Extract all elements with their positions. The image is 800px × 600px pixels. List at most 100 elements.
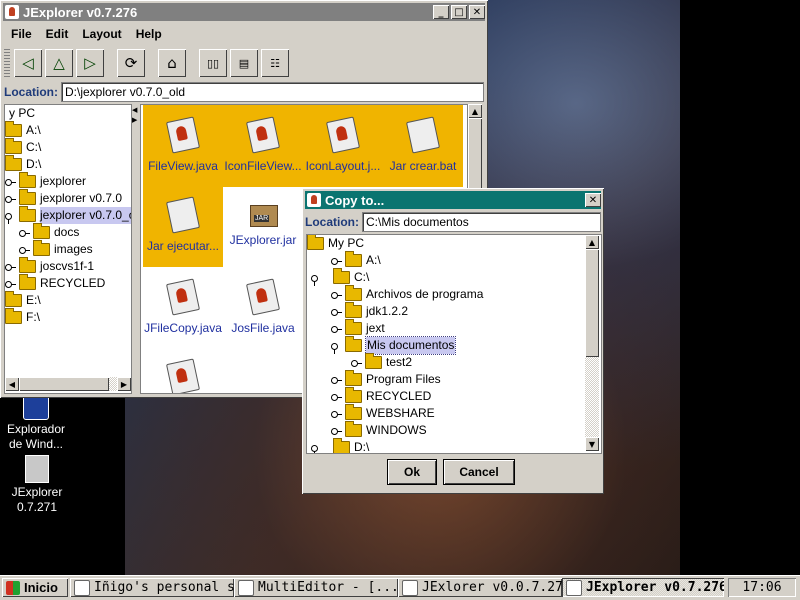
expand-icon[interactable]: [331, 307, 342, 317]
expand-icon[interactable]: [5, 177, 16, 187]
scroll-up-icon[interactable]: ▲: [585, 235, 599, 249]
tree-item[interactable]: A:\: [5, 121, 41, 139]
tree-item[interactable]: C:\: [5, 138, 41, 156]
tree-item[interactable]: joscvs1f-1: [5, 257, 94, 275]
dialog-location-label: Location:: [305, 215, 359, 229]
close-button[interactable]: ✕: [469, 5, 485, 19]
tree-item[interactable]: Archivos de programa: [331, 285, 483, 303]
tree-item[interactable]: jexplorer v0.7.0: [5, 189, 122, 207]
menu-file[interactable]: File: [4, 27, 39, 41]
scroll-down-icon[interactable]: ▼: [585, 437, 599, 451]
file-item[interactable]: [143, 358, 223, 393]
cancel-button[interactable]: Cancel: [444, 460, 514, 484]
tree-item[interactable]: RECYCLED: [5, 274, 105, 292]
tree-item[interactable]: jexplorer: [5, 172, 86, 190]
tree-item[interactable]: jdk1.2.2: [331, 302, 408, 320]
dialog-vertical-scrollbar[interactable]: ▲ ▼: [585, 235, 599, 451]
tree-item[interactable]: images: [19, 240, 93, 258]
expand-icon[interactable]: [5, 279, 16, 289]
file-item[interactable]: FileView.java: [143, 116, 223, 173]
tree-item[interactable]: docs: [19, 223, 79, 241]
file-item[interactable]: IconLayout.j...: [303, 116, 383, 173]
menu-help[interactable]: Help: [129, 27, 169, 41]
toolbar-grip[interactable]: [4, 49, 10, 77]
tree-item-selected[interactable]: Mis documentos: [331, 336, 457, 355]
small-icons-view-icon[interactable]: ▤: [230, 49, 258, 77]
refresh-icon[interactable]: ⟳: [117, 49, 145, 77]
file-item[interactable]: JAR JExplorer.jar: [223, 197, 303, 247]
expand-icon[interactable]: [331, 426, 342, 436]
details-view-icon[interactable]: ☷: [261, 49, 289, 77]
tree-item[interactable]: E:\: [5, 291, 41, 309]
file-name: JExplorer.jar: [229, 233, 297, 247]
expand-icon[interactable]: [331, 290, 342, 300]
desktop-icon-explorer[interactable]: Explorador de Wind...: [0, 394, 76, 452]
collapse-icon[interactable]: [311, 273, 321, 286]
task-button[interactable]: JExlorer v0.0.7.27...: [398, 578, 562, 597]
file-item[interactable]: Jar ejecutar...: [143, 196, 223, 253]
task-button[interactable]: Iñigo's personal si...: [70, 578, 234, 597]
maximize-button[interactable]: □: [451, 5, 467, 19]
tree-item[interactable]: y PC: [9, 105, 35, 122]
expand-icon[interactable]: [5, 262, 16, 272]
tree-item[interactable]: WEBSHARE: [331, 404, 435, 422]
tree-item[interactable]: WINDOWS: [331, 421, 427, 439]
expand-icon[interactable]: [331, 256, 342, 266]
java-file-icon: [165, 358, 201, 393]
dialog-location-input[interactable]: C:\Mis documentos: [362, 212, 601, 232]
up-icon[interactable]: △: [45, 49, 73, 77]
file-item[interactable]: JFileCopy.java: [143, 278, 223, 335]
desktop-icon-jexplorer[interactable]: JExplorer 0.7.271: [0, 455, 77, 515]
file-item[interactable]: IconFileView...: [223, 116, 303, 173]
tree-item[interactable]: My PC: [307, 235, 364, 252]
forward-icon[interactable]: ▷: [76, 49, 104, 77]
scroll-thumb[interactable]: [585, 249, 599, 357]
tree-item[interactable]: C:\: [311, 268, 369, 286]
tree-item[interactable]: D:\: [311, 438, 369, 453]
menu-layout[interactable]: Layout: [75, 27, 128, 41]
tree-item[interactable]: D:\: [5, 155, 41, 173]
location-input[interactable]: D:\jexplorer v0.7.0_old: [61, 82, 484, 102]
expand-icon[interactable]: [331, 324, 342, 334]
splitter-right-arrow-icon[interactable]: ▶: [132, 116, 137, 124]
menu-edit[interactable]: Edit: [39, 27, 76, 41]
start-button[interactable]: Inicio: [2, 578, 68, 597]
task-button[interactable]: MultiEditor - [...s ...: [234, 578, 398, 597]
splitter[interactable]: ◀ ▶: [131, 104, 139, 394]
tree-item[interactable]: A:\: [331, 251, 381, 269]
main-titlebar[interactable]: JExplorer v0.7.276 _ □ ✕: [3, 3, 485, 21]
tree-item[interactable]: Program Files: [331, 370, 441, 388]
tree-item[interactable]: jext: [331, 319, 385, 337]
tree-item[interactable]: test2: [351, 353, 412, 371]
collapse-icon[interactable]: [311, 443, 321, 453]
dialog-close-button[interactable]: ✕: [585, 193, 601, 207]
tree-item[interactable]: F:\: [5, 308, 40, 326]
back-icon[interactable]: ◁: [14, 49, 42, 77]
expand-icon[interactable]: [331, 409, 342, 419]
splitter-left-arrow-icon[interactable]: ◀: [132, 106, 137, 114]
minimize-button[interactable]: _: [433, 5, 449, 19]
expand-icon[interactable]: [19, 228, 30, 238]
collapse-icon[interactable]: [331, 341, 341, 354]
expand-icon[interactable]: [351, 358, 362, 368]
scroll-up-icon[interactable]: ▲: [468, 104, 482, 118]
ok-button[interactable]: Ok: [388, 460, 436, 484]
scroll-thumb[interactable]: [19, 377, 109, 391]
home-icon[interactable]: ⌂: [158, 49, 186, 77]
expand-icon[interactable]: [331, 375, 342, 385]
tree-item-selected[interactable]: jexplorer v0.7.0_o: [5, 206, 131, 224]
tree-horizontal-scrollbar[interactable]: ◀ ▶: [5, 377, 131, 391]
file-item[interactable]: JosFile.java: [223, 278, 303, 335]
clock[interactable]: 17:06: [728, 578, 796, 597]
expand-icon[interactable]: [19, 245, 30, 255]
collapse-icon[interactable]: [5, 211, 15, 224]
scroll-right-icon[interactable]: ▶: [117, 377, 131, 391]
expand-icon[interactable]: [331, 392, 342, 402]
tree-item[interactable]: RECYCLED: [331, 387, 431, 405]
task-button-active[interactable]: JExplorer v0.7.276: [562, 578, 724, 597]
file-item[interactable]: Jar crear.bat: [383, 116, 463, 173]
expand-icon[interactable]: [5, 194, 16, 204]
dialog-titlebar[interactable]: Copy to... ✕: [305, 191, 601, 209]
large-icons-view-icon[interactable]: ▯▯: [199, 49, 227, 77]
scroll-left-icon[interactable]: ◀: [5, 377, 19, 391]
